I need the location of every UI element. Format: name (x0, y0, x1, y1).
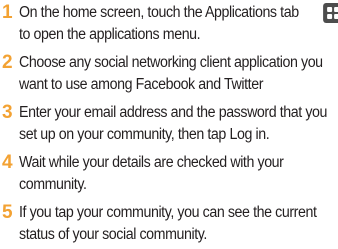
step-number: 3 (2, 102, 13, 123)
grid-dot (327, 7, 333, 12)
step-text-line: to open the applications menu. (19, 26, 201, 43)
step-number: 4 (2, 152, 13, 173)
step-text-line: community. (19, 176, 87, 193)
grid-dot (327, 14, 333, 19)
grid-dot (334, 14, 338, 19)
grid-dot (334, 7, 338, 12)
step-number: 2 (2, 52, 13, 73)
step-text-line: If you tap your community, you can see t… (19, 204, 317, 221)
step-text-line: set up on your community, then tap Log i… (19, 126, 270, 143)
step-text-line: Choose any social networking client appl… (19, 54, 323, 71)
step-text: On the home screen, touch the Applicatio… (19, 2, 338, 46)
step-text: Choose any social networking client appl… (19, 52, 323, 96)
step-number: 5 (2, 202, 13, 223)
step-text-line: Enter your email address and the passwor… (19, 104, 328, 121)
step-text-line: status of your social community. (19, 226, 207, 243)
applications-grid-icon (323, 3, 338, 23)
step-number: 1 (2, 2, 13, 23)
step-text: Wait while your details are checked with… (19, 152, 315, 196)
step-text-line: want to use among Facebook and Twitter (19, 76, 264, 93)
step-text-line: On the home screen, touch the Applicatio… (19, 4, 299, 21)
step-text: If you tap your community, you can see t… (19, 202, 317, 246)
step-text-line: Wait while your details are checked with… (19, 154, 284, 171)
step-text: Enter your email address and the passwor… (19, 102, 328, 146)
